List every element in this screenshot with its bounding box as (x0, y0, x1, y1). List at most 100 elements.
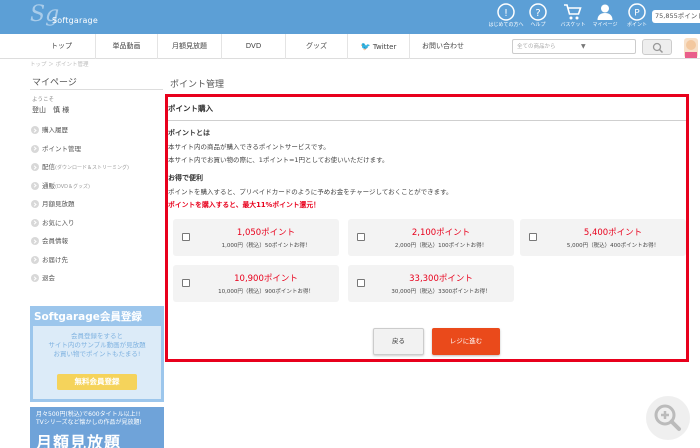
point-option-1050[interactable]: 1,050ポイント 1,000円（税込）50ポイントお得！ (173, 219, 339, 256)
sidebar-divider (30, 89, 163, 90)
member-signup-banner[interactable]: Softgarage会員登録 会員登録をすると サイト内のサンプル動画が見放題 … (30, 306, 164, 402)
global-nav: トップ 単品動画 月額見放題 DVD グッズ 🐦 Twitter お問い合わせ … (0, 34, 700, 59)
panel-divider (168, 120, 686, 121)
logo-text: Softgarage (52, 16, 98, 25)
sidebar-item-withdraw[interactable]: 退会 (30, 272, 163, 291)
sidebar-item-points[interactable]: ポイント管理 (30, 143, 163, 162)
point-option-10900[interactable]: 10,900ポイント 10,000円（税込）900ポイントお得！ (173, 265, 339, 302)
sidebar-item-sub: (DVD＆グッズ) (55, 183, 90, 190)
points-label: ポイント (626, 22, 647, 28)
point-option-5400[interactable]: 5,400ポイント 5,000円（税込）400ポイントお得！ (520, 219, 686, 256)
promo-text: ポイントを購入すると、最大11%ポイント還元！ (168, 201, 320, 209)
mypage-link[interactable]: マイページ (587, 3, 623, 33)
chevron-down-icon: ▼ (581, 43, 586, 50)
points-link[interactable]: P ポイント (619, 3, 655, 33)
about-text-1: 本サイト内の商品が購入できるポイントサービスです。 (168, 143, 330, 151)
sidebar-item-label: ポイント管理 (42, 144, 81, 153)
sidebar-item-delivery[interactable]: 配信(ダウンロード＆ストリーミング) (30, 161, 163, 180)
option-points: 33,300ポイント (409, 274, 473, 284)
svg-text:!: ! (504, 8, 508, 19)
sidebar-item-label: お気に入り (42, 218, 75, 227)
sidebar-menu: 購入履歴 ポイント管理 配信(ダウンロード＆ストリーミング) 通販(DVD＆グッ… (30, 124, 163, 291)
points-icon: P (628, 3, 646, 21)
arrow-circle-icon (31, 274, 39, 282)
sidebar-item-label: 月額見放題 (42, 200, 75, 208)
nav-monthly[interactable]: 月額見放題 (158, 34, 222, 59)
deal-text: ポイントを購入すると、プリペイドカードのように予めお金をチャージしておくことがで… (168, 188, 453, 196)
zoom-in-icon (654, 404, 681, 431)
help-icon: ? (529, 3, 547, 21)
site-header: Sg Softgarage ! はじめての方へ ? ヘルプ バスケット マイペー… (0, 0, 700, 34)
cart-link[interactable]: バスケット (555, 3, 591, 33)
nav-contact[interactable]: お問い合わせ (410, 34, 476, 59)
page-title: ポイント管理 (170, 80, 225, 90)
sidebar-item-label: 会員情報 (42, 237, 68, 245)
cart-label: バスケット (560, 22, 586, 28)
back-button[interactable]: 戻る (373, 328, 424, 355)
sidebar-item-label: 配信 (42, 163, 55, 171)
option-price: 1,000円（税込）50ポイントお得！ (221, 243, 311, 249)
option-points: 5,400ポイント (583, 228, 643, 238)
site-logo[interactable]: Sg Softgarage (30, 2, 98, 32)
nav-twitter-label: Twitter (372, 43, 397, 51)
sidebar-item-purchase-history[interactable]: 購入履歴 (30, 124, 163, 143)
option-price: 5,000円（税込）400ポイントお得！ (566, 243, 660, 249)
sidebar-title: マイページ (32, 78, 77, 88)
about-text-2: 本サイト内でお買い物の際に、1ポイント=1円としてお使いいただけます。 (168, 156, 389, 164)
banner-title: Softgarage会員登録 (34, 311, 142, 323)
deal-heading: お得で便利 (168, 174, 203, 182)
guide-label: はじめての方へ (488, 22, 524, 28)
page: Sg Softgarage ! はじめての方へ ? ヘルプ バスケット マイペー… (0, 0, 700, 448)
nav-dvd[interactable]: DVD (222, 34, 286, 59)
sidebar-item-label: 通販 (42, 181, 55, 190)
option-price: 10,000円（税込）900ポイントお得！ (218, 289, 314, 295)
nav-top[interactable]: トップ (28, 34, 96, 59)
option-price: 2,000円（税込）100ポイントお得！ (394, 243, 488, 249)
arrow-circle-icon (31, 200, 39, 208)
search-category-select[interactable]: 全ての商品から ▼ (512, 39, 636, 54)
help-link[interactable]: ? ヘルプ (520, 3, 556, 33)
mascot-image (684, 38, 698, 58)
banner-body: 会員登録をすると サイト内のサンプル動画が見放題 お買い物でポイントもたまる! … (33, 326, 161, 399)
sidebar-item-address[interactable]: お届け先 (30, 254, 163, 273)
checkout-button[interactable]: レジに進む (432, 328, 500, 355)
option-price: 30,000円（税込）3300ポイントお得！ (391, 289, 491, 295)
sidebar-item-label: お届け先 (42, 255, 68, 264)
option-points: 1,050ポイント (236, 228, 296, 238)
user-icon (597, 4, 613, 20)
search-icon (652, 42, 664, 54)
arrow-circle-icon (31, 218, 39, 227)
sidebar-item-member-info[interactable]: 会員情報 (30, 235, 163, 254)
help-label: ヘルプ (530, 22, 546, 28)
banner-text: 月々500円(税込)で600タイトル以上!! TVシリーズなど懐かしの作品が見放… (36, 411, 142, 426)
welcome-text: ようこそ (32, 97, 55, 103)
svg-text:P: P (634, 9, 640, 19)
sidebar-item-monthly[interactable]: 月額見放題 (30, 198, 163, 217)
banner-title: 月額見放題 (36, 433, 122, 448)
points-balance: 75,855ポイント (652, 10, 700, 23)
arrow-circle-icon (31, 237, 39, 245)
sidebar-item-mail-order[interactable]: 通販(DVD＆グッズ) (30, 180, 163, 199)
free-signup-button[interactable]: 無料会員登録 (57, 374, 137, 390)
guide-link[interactable]: ! はじめての方へ (488, 3, 524, 33)
option-points: 10,900ポイント (234, 274, 298, 284)
arrow-circle-icon (31, 126, 39, 134)
about-heading: ポイントとは (168, 129, 210, 137)
search-button[interactable] (642, 39, 672, 55)
zoom-button[interactable] (646, 396, 690, 440)
banner-text: 会員登録をすると サイト内のサンプル動画が見放題 お買い物でポイントもたまる! (48, 332, 146, 358)
arrow-circle-icon (31, 163, 39, 171)
svg-text:?: ? (535, 8, 540, 19)
nav-goods[interactable]: グッズ (286, 34, 348, 59)
arrow-circle-icon (31, 255, 39, 264)
breadcrumb[interactable]: トップ ＞ ポイント管理 (30, 60, 89, 68)
sidebar-item-sub: (ダウンロード＆ストリーミング) (55, 165, 129, 171)
sidebar-item-label: 購入履歴 (42, 126, 68, 134)
nav-twitter[interactable]: 🐦 Twitter (348, 34, 410, 59)
monthly-plan-banner[interactable]: 月々500円(税込)で600タイトル以上!! TVシリーズなど懐かしの作品が見放… (30, 407, 164, 448)
panel-title: ポイント購入 (168, 104, 213, 113)
point-option-33300[interactable]: 33,300ポイント 30,000円（税込）3300ポイントお得！ (348, 265, 514, 302)
sidebar-item-favorites[interactable]: お気に入り (30, 217, 163, 236)
nav-single-videos[interactable]: 単品動画 (96, 34, 158, 59)
point-option-2100[interactable]: 2,100ポイント 2,000円（税込）100ポイントお得！ (348, 219, 514, 256)
